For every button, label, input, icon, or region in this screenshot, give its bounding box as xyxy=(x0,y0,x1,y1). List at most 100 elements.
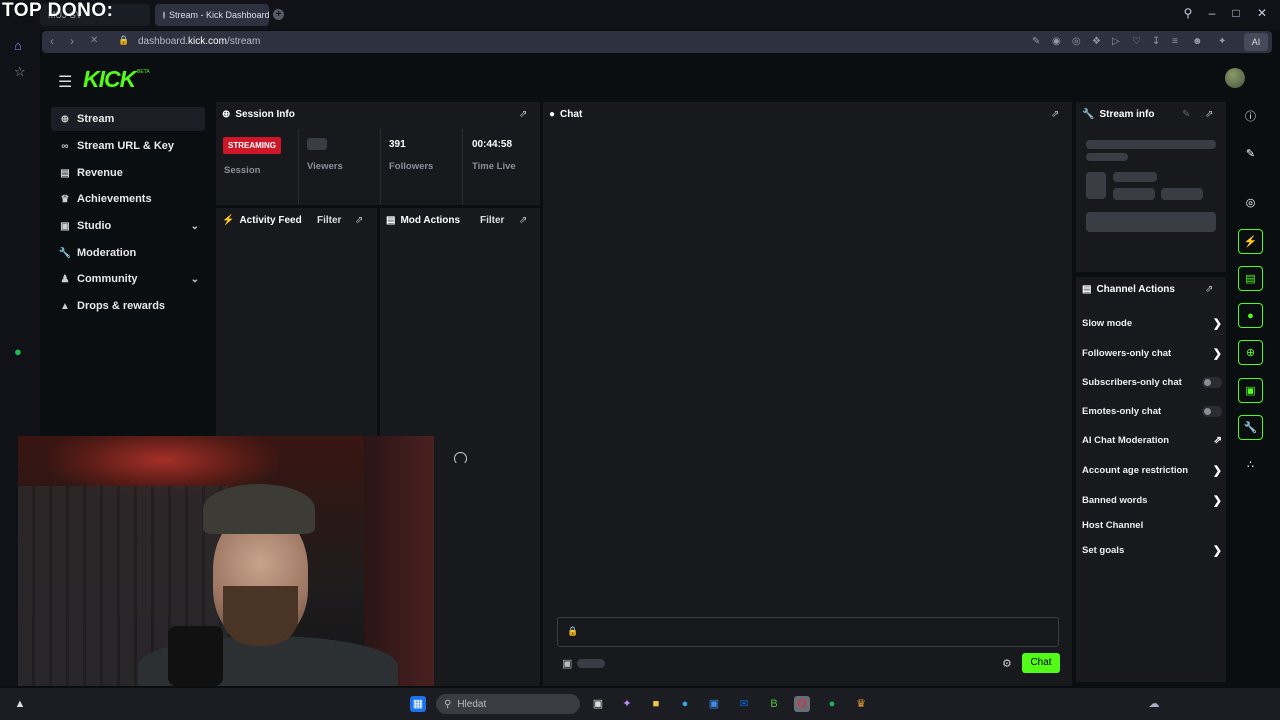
app-icon[interactable]: ▲ xyxy=(12,696,28,712)
app-icon[interactable]: ♛ xyxy=(853,696,869,712)
chat-input[interactable]: 🔒 xyxy=(557,617,1059,647)
spotify-icon[interactable]: ● xyxy=(824,696,840,712)
kick-logo[interactable]: KICK xyxy=(83,66,136,93)
trophy-icon: ♛ xyxy=(60,193,70,205)
hamburger-menu-icon[interactable]: ☰ xyxy=(58,72,72,92)
edit-icon[interactable]: ✎ xyxy=(1032,36,1040,47)
broadcast-tool-icon[interactable]: ⊕ xyxy=(1238,340,1263,365)
extension-icon[interactable]: ✦ xyxy=(1218,36,1226,47)
sidebar-item-stream-url-key[interactable]: ∞ Stream URL & Key xyxy=(51,134,205,158)
apps-icon[interactable]: ∴ xyxy=(1238,453,1263,478)
edge-icon[interactable]: ● xyxy=(677,696,693,712)
store-icon[interactable]: ▣ xyxy=(706,696,722,712)
tray-icon[interactable]: ☁ xyxy=(1146,696,1162,712)
stream-overlay-title: TOP DONO: xyxy=(2,0,114,21)
emotes-only-toggle[interactable] xyxy=(1202,406,1222,417)
edit-icon[interactable]: ✎ xyxy=(1182,109,1190,120)
camera-focus-icon[interactable]: ◎ xyxy=(1238,191,1263,216)
sidebar-item-drops-rewards[interactable]: ▲ Drops & rewards xyxy=(51,294,205,318)
panel-title: Session Info xyxy=(235,109,295,120)
popout-icon[interactable]: ⇗ xyxy=(519,109,527,120)
gear-icon[interactable]: ⚙ xyxy=(1002,657,1012,670)
opera-icon[interactable]: O xyxy=(794,696,810,712)
wrench-tool-icon[interactable]: 🔧 xyxy=(1238,415,1263,440)
popout-icon[interactable]: ⇗ xyxy=(519,215,527,226)
wrench-icon: 🔧 xyxy=(58,247,72,259)
outlook-icon[interactable]: ✉ xyxy=(736,696,752,712)
home-icon[interactable]: ⌂ xyxy=(14,38,22,53)
maximize-button[interactable]: □ xyxy=(1226,6,1246,20)
sidebar-item-moderation[interactable]: 🔧 Moderation xyxy=(51,241,205,265)
avatar[interactable] xyxy=(1225,68,1245,88)
close-button[interactable]: ✕ xyxy=(1252,6,1272,20)
search-icon[interactable]: ⚲ xyxy=(1178,6,1198,20)
camera-icon[interactable]: ◉ xyxy=(1052,36,1061,47)
folder-icon[interactable]: ■ xyxy=(648,696,664,712)
address-bar[interactable]: ‹ › ✕ 🔒 dashboard.kick.com/stream ✎ ◉ ◎ … xyxy=(42,31,1272,53)
chat-panel: ● Chat ⇗ 🔒 ▣ ⚙ Chat xyxy=(543,102,1072,686)
heart-icon[interactable]: ♡ xyxy=(1132,36,1141,47)
task-view-icon[interactable]: ▣ xyxy=(590,696,606,712)
action-ai-chat-moderation[interactable]: AI Chat Moderation ⇗ xyxy=(1082,435,1222,446)
info-icon[interactable]: ⓘ xyxy=(1238,105,1263,130)
popout-icon[interactable]: ⇗ xyxy=(355,215,363,226)
panel-title: Stream info xyxy=(1099,109,1155,120)
layout-tool-icon[interactable]: ▣ xyxy=(1238,378,1263,403)
taskbar-search[interactable]: ⚲ Hledat xyxy=(436,694,580,714)
sidebar-item-revenue[interactable]: ▤ Revenue xyxy=(51,161,205,185)
lightning-tool-icon[interactable]: ⚡ xyxy=(1238,229,1263,254)
play-icon[interactable]: ▷ xyxy=(1112,36,1120,47)
document-tool-icon[interactable]: ▤ xyxy=(1238,266,1263,291)
new-tab-button[interactable]: + xyxy=(273,9,284,20)
windows-start-icon[interactable]: ▦ xyxy=(410,696,426,712)
profile-icon[interactable]: ☻ xyxy=(1192,36,1203,47)
shield-icon[interactable]: ◎ xyxy=(1072,36,1081,47)
os-taskbar: ▲ ▦ ⚲ Hledat ▣ ✦ ■ ● ▣ ✉ B O ● ♛ ☁ xyxy=(0,688,1280,720)
star-icon[interactable]: ☆ xyxy=(14,64,26,80)
chat-bubble-icon: ● xyxy=(549,109,556,120)
spotify-icon[interactable]: ● xyxy=(14,344,22,359)
back-button[interactable]: ‹ xyxy=(50,34,54,48)
panel-title: Channel Actions xyxy=(1096,284,1175,295)
ai-button[interactable]: AI xyxy=(1244,33,1268,51)
action-emotes-only[interactable]: Emotes-only chat xyxy=(1082,406,1222,417)
filter-button[interactable]: Filter xyxy=(480,215,504,226)
popout-icon[interactable]: ⇗ xyxy=(1205,284,1213,295)
sidebar-item-community[interactable]: ♟ Community ⌄ xyxy=(51,267,205,291)
download-icon[interactable]: ↧ xyxy=(1152,36,1160,47)
status-badge: STREAMING xyxy=(223,137,281,154)
sidebar-item-achievements[interactable]: ♛ Achievements xyxy=(51,187,205,211)
action-set-goals[interactable]: Set goals ❯ xyxy=(1082,544,1222,557)
copilot-icon[interactable]: ✦ xyxy=(619,696,635,712)
b-app-icon[interactable]: B xyxy=(766,696,782,712)
browser-tab-active[interactable]: Stream - Kick Dashboard xyxy=(155,4,269,26)
popout-icon[interactable]: ⇗ xyxy=(1205,109,1213,120)
pencil-icon[interactable]: ✎ xyxy=(1238,142,1263,167)
followers-label: Followers xyxy=(389,161,434,172)
chat-tool-icon[interactable]: ● xyxy=(1238,303,1263,328)
stop-loading-icon[interactable]: ✕ xyxy=(90,35,98,46)
menu-icon[interactable]: ≡ xyxy=(1172,36,1178,47)
popout-icon[interactable]: ⇗ xyxy=(1051,109,1059,120)
sidebar-item-studio[interactable]: ▣ Studio ⌄ xyxy=(51,214,205,238)
action-subscribers-only[interactable]: Subscribers-only chat xyxy=(1082,377,1222,388)
action-slow-mode[interactable]: Slow mode ❯ xyxy=(1082,317,1222,330)
action-followers-only[interactable]: Followers-only chat ❯ xyxy=(1082,347,1222,360)
subscribers-only-toggle[interactable] xyxy=(1202,377,1222,388)
forward-button[interactable]: › xyxy=(70,34,74,48)
action-account-age[interactable]: Account age restriction ❯ xyxy=(1082,464,1222,477)
search-icon: ⚲ xyxy=(444,698,452,710)
broadcast-icon: ⊕ xyxy=(222,109,231,120)
minimize-button[interactable]: – xyxy=(1202,6,1222,20)
store-icon[interactable]: ▣ xyxy=(562,657,572,670)
chevron-right-icon: ❯ xyxy=(1212,465,1222,477)
filter-button[interactable]: Filter xyxy=(317,215,341,226)
vpn-icon[interactable]: ❖ xyxy=(1092,36,1101,47)
sidebar-item-stream[interactable]: ⊕ Stream xyxy=(51,107,205,131)
activity-feed-panel: ⚡ Activity Feed Filter ⇗ xyxy=(216,208,377,438)
chat-send-button[interactable]: Chat xyxy=(1022,653,1060,673)
url-text[interactable]: dashboard.kick.com/stream xyxy=(138,36,260,47)
action-banned-words[interactable]: Banned words ❯ xyxy=(1082,494,1222,507)
chevron-right-icon: ❯ xyxy=(1212,495,1222,507)
action-host-channel[interactable]: Host Channel xyxy=(1082,520,1222,531)
